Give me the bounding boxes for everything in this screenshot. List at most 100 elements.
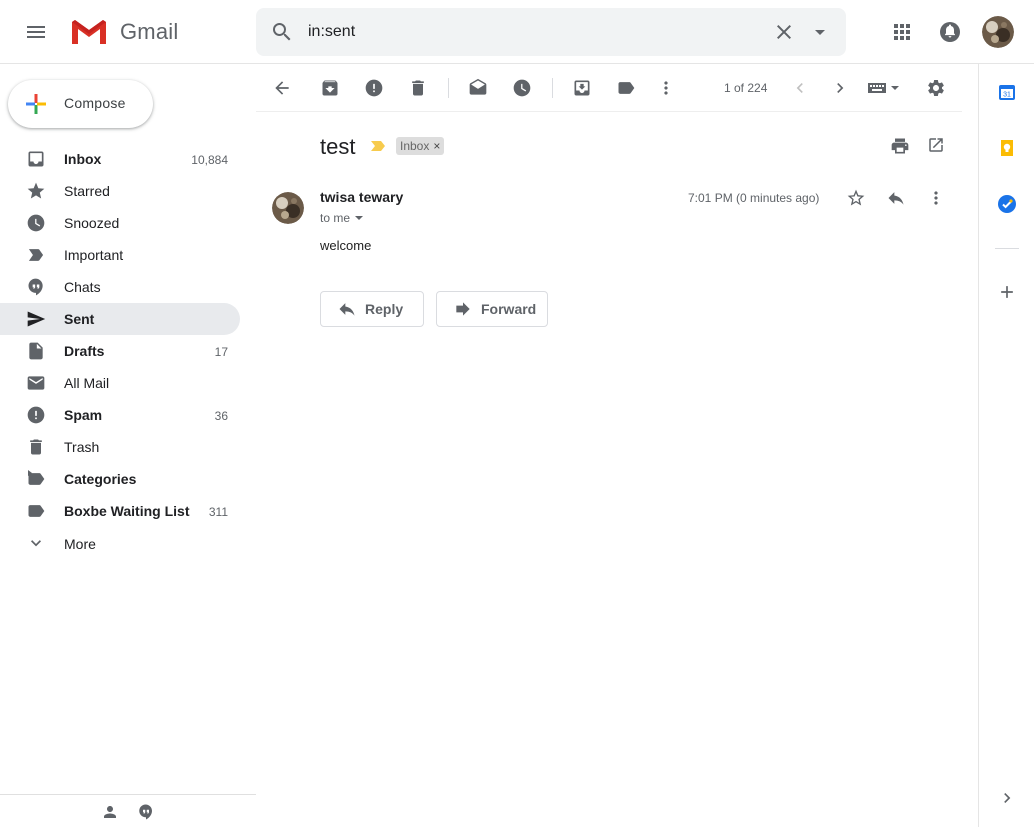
unread-count: 10,884	[191, 153, 228, 167]
draft-icon	[26, 341, 46, 361]
sidebar-item-snoozed[interactable]: Snoozed	[0, 207, 240, 239]
open-in-new-window-icon[interactable]	[927, 136, 945, 154]
remove-label-icon[interactable]: ×	[433, 137, 440, 155]
reply-button[interactable]: Reply	[320, 291, 424, 327]
report-icon	[26, 405, 46, 425]
app-header: Gmail	[0, 0, 1034, 64]
reply-icon	[337, 299, 357, 319]
sidebar-item-important[interactable]: Important	[0, 239, 240, 271]
label-icon[interactable]	[616, 78, 636, 98]
sender-avatar[interactable]	[272, 192, 304, 224]
sidebar-item-label: Spam	[64, 407, 103, 423]
chat-icon	[26, 277, 46, 297]
sidebar-item-categories[interactable]: Categories	[0, 463, 240, 495]
archive-icon[interactable]	[320, 78, 340, 98]
sidebar-item-spam[interactable]: Spam 36	[0, 399, 240, 431]
hangouts-icon[interactable]	[137, 803, 155, 821]
sidebar-item-all-mail[interactable]: All Mail	[0, 367, 240, 399]
search-input[interactable]	[308, 20, 748, 44]
delete-icon[interactable]	[408, 78, 428, 98]
gmail-logo[interactable]	[70, 18, 108, 46]
sidebar-item-label: Starred	[64, 183, 110, 199]
label-icon	[26, 501, 46, 521]
more-vert-icon[interactable]	[926, 188, 946, 208]
recipients-toggle[interactable]: to me	[320, 211, 364, 225]
search-bar[interactable]	[256, 8, 846, 56]
sidebar-item-starred[interactable]: Starred	[0, 175, 240, 207]
message-timestamp: 7:01 PM (0 minutes ago)	[688, 191, 820, 205]
sidebar-item-label: Important	[64, 247, 124, 263]
search-options-dropdown-icon[interactable]	[808, 20, 832, 44]
app-title[interactable]: Gmail	[120, 19, 178, 45]
sender-name[interactable]: twisa tewary	[320, 189, 403, 205]
sidebar-item-label: Snoozed	[64, 215, 120, 231]
apps-grid-icon[interactable]	[890, 20, 914, 44]
label-important-icon	[26, 245, 46, 265]
sidebar-item-inbox[interactable]: Inbox 10,884	[0, 143, 240, 175]
move-to-icon[interactable]	[572, 78, 592, 98]
sidebar-item-more[interactable]: More	[0, 527, 240, 559]
newer-chevron-icon[interactable]	[790, 78, 810, 98]
sidebar-item-boxbe-waiting-list[interactable]: Boxbe Waiting List 311	[0, 495, 240, 527]
sidebar-item-label: Trash	[64, 439, 100, 455]
mark-unread-icon[interactable]	[468, 78, 488, 98]
label-count: 311	[208, 505, 228, 519]
expand-panel-chevron-icon[interactable]	[997, 788, 1017, 808]
forward-label: Forward	[481, 301, 537, 317]
print-icon[interactable]	[890, 136, 910, 156]
keep-bulb-icon[interactable]	[997, 138, 1017, 158]
star-icon	[26, 181, 46, 201]
recipients-dropdown-icon[interactable]	[355, 214, 364, 222]
compose-button[interactable]: Compose	[8, 80, 153, 128]
search-icon[interactable]	[270, 20, 294, 44]
snooze-clock-icon[interactable]	[512, 78, 532, 98]
compose-label: Compose	[64, 95, 126, 111]
inbox-label-chip[interactable]: Inbox ×	[396, 137, 445, 155]
compose-plus-icon	[24, 92, 48, 116]
message-body: welcome	[320, 238, 372, 253]
report-spam-icon[interactable]	[364, 78, 384, 98]
spam-count: 36	[214, 409, 228, 423]
more-vert-icon[interactable]	[656, 78, 676, 98]
sidebar-item-sent[interactable]: Sent	[0, 303, 240, 335]
chevron-down-icon	[26, 533, 46, 553]
notifications-icon[interactable]	[938, 20, 962, 44]
person-icon[interactable]	[101, 803, 119, 821]
older-chevron-icon[interactable]	[830, 78, 850, 98]
message-subject: test	[320, 134, 356, 159]
sidebar-item-label: All Mail	[64, 375, 110, 391]
inbox-icon	[26, 149, 46, 169]
settings-gear-icon[interactable]	[926, 78, 946, 98]
reply-icon[interactable]	[886, 188, 906, 208]
clock-icon	[26, 213, 46, 233]
recipients-label: to me	[320, 211, 351, 225]
sidebar-item-trash[interactable]: Trash	[0, 431, 240, 463]
importance-marker-icon[interactable]	[370, 140, 386, 152]
sidebar-item-label: More	[64, 536, 96, 552]
tasks-icon[interactable]	[997, 194, 1017, 214]
sidebar-item-label: Boxbe Waiting List	[64, 503, 190, 519]
folder-nav: Inbox 10,884 Starred Snoozed Important C…	[0, 143, 256, 559]
sidebar-item-drafts[interactable]: Drafts 17	[0, 335, 240, 367]
toolbar-divider	[552, 78, 553, 98]
pagination-count: 1 of 224	[724, 81, 768, 95]
forward-button[interactable]: Forward	[436, 291, 548, 327]
sidebar-item-label: Sent	[64, 311, 95, 327]
send-icon	[26, 309, 46, 329]
keyboard-icon[interactable]	[866, 78, 902, 98]
message-toolbar: 1 of 224	[256, 64, 962, 112]
star-outline-icon[interactable]	[846, 188, 866, 208]
calendar-icon[interactable]: 31	[997, 82, 1017, 102]
clear-search-icon[interactable]	[772, 20, 796, 44]
main-menu-icon[interactable]	[24, 20, 48, 44]
mail-icon	[26, 373, 46, 393]
chip-label: Inbox	[400, 139, 430, 153]
back-arrow-icon[interactable]	[272, 78, 292, 98]
sidebar-item-chats[interactable]: Chats	[0, 271, 240, 303]
sidebar-item-label: Drafts	[64, 343, 105, 359]
add-addon-plus-icon[interactable]	[997, 282, 1017, 302]
forward-icon	[453, 299, 473, 319]
account-avatar[interactable]	[982, 16, 1014, 48]
toolbar-divider	[448, 78, 449, 98]
svg-text:31: 31	[1003, 92, 1011, 99]
